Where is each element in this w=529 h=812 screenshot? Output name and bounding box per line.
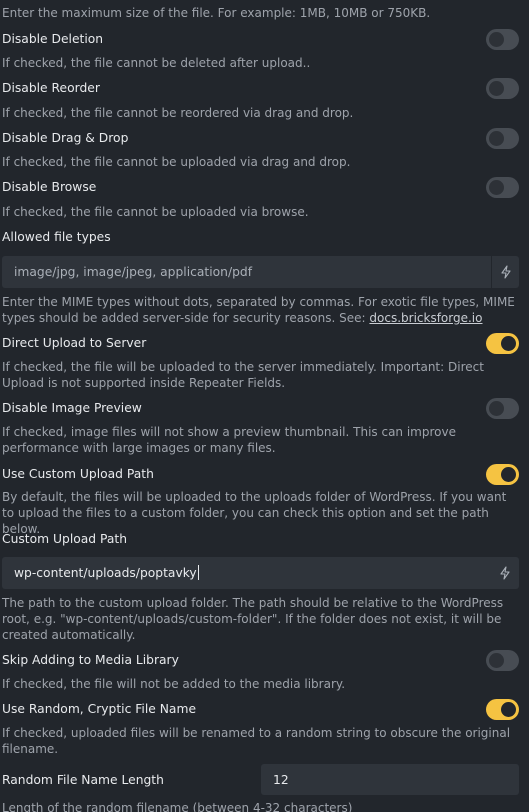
skip-media-toggle[interactable] bbox=[486, 650, 519, 671]
upload-settings-panel: Enter the maximum size of the file. For … bbox=[0, 0, 529, 812]
disable-browse-toggle[interactable] bbox=[486, 177, 519, 198]
bolt-icon[interactable] bbox=[491, 557, 519, 589]
random-name-description: If checked, uploaded files will be renam… bbox=[2, 726, 511, 756]
toggle-knob bbox=[501, 702, 516, 717]
disable-reorder-label: Disable Reorder bbox=[2, 81, 100, 95]
allowed-types-description: Enter the MIME types without dots, separ… bbox=[2, 294, 522, 326]
max-size-description: Enter the maximum size of the file. For … bbox=[2, 6, 431, 20]
toggle-knob bbox=[489, 81, 504, 96]
toggle-knob bbox=[489, 131, 504, 146]
allowed-types-input[interactable]: image/jpg, image/jpeg, application/pdf bbox=[2, 256, 519, 288]
custom-path-description: The path to the custom upload folder. Th… bbox=[2, 596, 504, 642]
disable-browse-label: Disable Browse bbox=[2, 180, 97, 194]
disable-drag-drop-label: Disable Drag & Drop bbox=[2, 131, 129, 145]
bolt-icon[interactable] bbox=[491, 256, 519, 288]
custom-path-value: wp-content/uploads/poptavky bbox=[14, 565, 199, 581]
random-length-description: Length of the random filename (between 4… bbox=[2, 801, 353, 812]
toggle-knob bbox=[489, 401, 504, 416]
toggle-knob bbox=[501, 467, 516, 482]
direct-upload-toggle[interactable] bbox=[486, 333, 519, 354]
disable-preview-description: If checked, image files will not show a … bbox=[2, 425, 456, 455]
random-length-input[interactable]: 12 bbox=[261, 764, 519, 795]
disable-drag-drop-toggle[interactable] bbox=[486, 128, 519, 149]
disable-deletion-label: Disable Deletion bbox=[2, 32, 104, 46]
direct-upload-label: Direct Upload to Server bbox=[2, 336, 147, 350]
custom-path-toggle-description: By default, the files will be uploaded t… bbox=[2, 490, 507, 536]
docs-link[interactable]: docs.bricksforge.io bbox=[369, 311, 482, 325]
disable-deletion-toggle[interactable] bbox=[486, 29, 519, 50]
custom-path-value-text: wp-content/uploads/poptavky bbox=[14, 566, 197, 580]
text-caret bbox=[197, 565, 199, 580]
custom-path-toggle[interactable] bbox=[486, 464, 519, 485]
disable-deletion-description: If checked, the file cannot be deleted a… bbox=[2, 56, 311, 70]
disable-reorder-description: If checked, the file cannot be reordered… bbox=[2, 106, 354, 120]
random-length-value: 12 bbox=[273, 773, 289, 787]
disable-preview-toggle[interactable] bbox=[486, 398, 519, 419]
toggle-knob bbox=[489, 32, 504, 47]
random-length-label: Random File Name Length bbox=[2, 773, 164, 787]
custom-path-label: Custom Upload Path bbox=[2, 532, 128, 546]
toggle-knob bbox=[489, 180, 504, 195]
disable-reorder-toggle[interactable] bbox=[486, 78, 519, 99]
direct-upload-description: If checked, the file will be uploaded to… bbox=[2, 360, 484, 390]
random-name-toggle[interactable] bbox=[486, 699, 519, 720]
toggle-knob bbox=[489, 653, 504, 668]
disable-preview-label: Disable Image Preview bbox=[2, 401, 142, 415]
custom-path-input[interactable]: wp-content/uploads/poptavky bbox=[2, 557, 519, 589]
random-name-label: Use Random, Cryptic File Name bbox=[2, 702, 197, 716]
custom-path-toggle-label: Use Custom Upload Path bbox=[2, 467, 154, 481]
skip-media-description: If checked, the file will not be added t… bbox=[2, 677, 346, 691]
skip-media-label: Skip Adding to Media Library bbox=[2, 653, 179, 667]
allowed-types-label: Allowed file types bbox=[2, 230, 111, 244]
disable-drag-drop-description: If checked, the file cannot be uploaded … bbox=[2, 155, 351, 169]
disable-browse-description: If checked, the file cannot be uploaded … bbox=[2, 205, 309, 219]
allowed-types-placeholder: image/jpg, image/jpeg, application/pdf bbox=[14, 265, 253, 279]
toggle-knob bbox=[501, 336, 516, 351]
